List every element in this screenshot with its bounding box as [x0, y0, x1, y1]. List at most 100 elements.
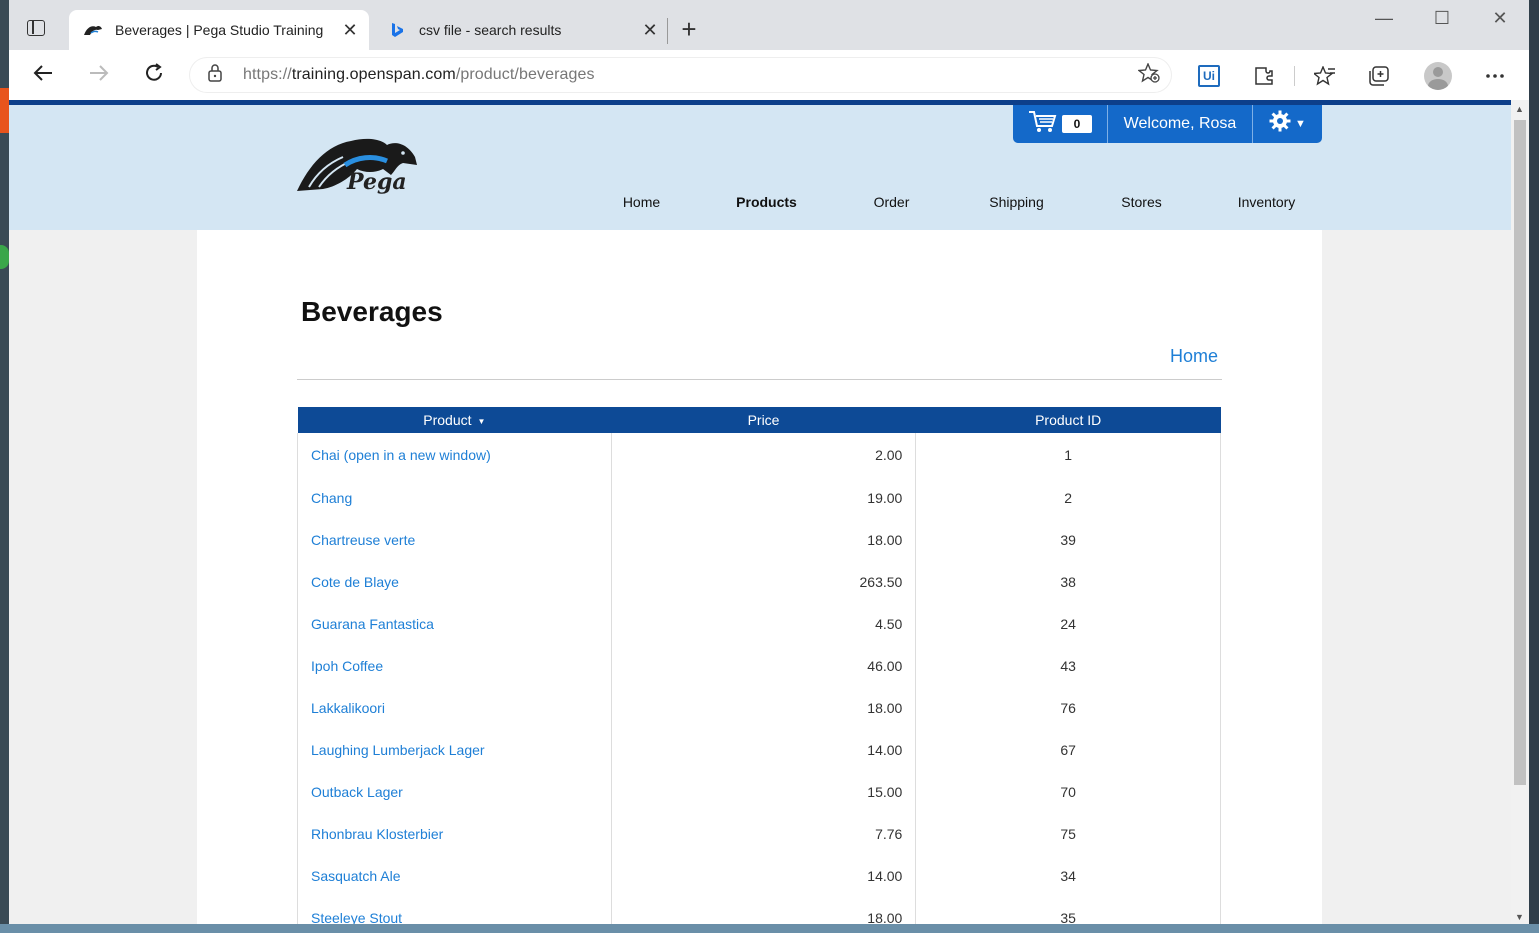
scroll-up-icon[interactable]: ▲	[1515, 104, 1524, 114]
product-link[interactable]: Chang	[311, 490, 352, 506]
price-cell: 263.50	[610, 561, 917, 603]
product-link[interactable]: Sasquatch Ale	[311, 868, 401, 884]
product-name-cell: Chai (open in a new window)	[297, 433, 612, 477]
product-name-cell: Cote de Blaye	[297, 561, 612, 603]
scroll-down-icon[interactable]: ▼	[1515, 912, 1524, 922]
price-cell: 2.00	[610, 433, 917, 477]
tab-title: csv file - search results	[419, 22, 562, 38]
price-cell: 14.00	[610, 729, 917, 771]
close-tab-icon[interactable]: ✕	[337, 20, 363, 41]
product-name-cell: Guarana Fantastica	[297, 603, 612, 645]
tab-separator	[667, 18, 668, 44]
browser-window: Beverages | Pega Studio Training ✕ csv f…	[9, 0, 1529, 924]
lock-icon[interactable]	[207, 63, 227, 87]
product-link[interactable]: Ipoh Coffee	[311, 658, 383, 674]
product-link[interactable]: Steeleye Stout	[311, 910, 402, 924]
close-window-button[interactable]: ✕	[1477, 8, 1523, 29]
tab-title: Beverages | Pega Studio Training	[115, 22, 324, 38]
product-link[interactable]: Laughing Lumberjack Lager	[311, 742, 485, 758]
favorites-icon[interactable]	[1311, 62, 1339, 90]
vertical-scrollbar[interactable]: ▲ ▼	[1511, 100, 1529, 924]
table-row: Chartreuse verte 18.00 39	[297, 519, 1221, 561]
collections-icon[interactable]	[1366, 62, 1394, 90]
product-link[interactable]: Cote de Blaye	[311, 574, 399, 590]
nav-products[interactable]: Products	[704, 194, 829, 210]
gear-icon	[1269, 110, 1291, 138]
product-name-cell: Chartreuse verte	[297, 519, 612, 561]
product-name-cell: Steeleye Stout	[297, 897, 612, 924]
product-name-cell: Rhonbrau Klosterbier	[297, 813, 612, 855]
product-name-cell: Laughing Lumberjack Lager	[297, 729, 612, 771]
close-tab-icon[interactable]: ✕	[637, 20, 663, 41]
column-header-price[interactable]: Price	[611, 407, 916, 433]
chevron-down-icon: ▼	[1295, 118, 1306, 130]
scrollbar-thumb[interactable]	[1514, 120, 1526, 785]
product-name-cell: Ipoh Coffee	[297, 645, 612, 687]
welcome-user-link[interactable]: Welcome, Rosa	[1108, 105, 1253, 143]
column-header-product-id[interactable]: Product ID	[915, 407, 1221, 433]
table-row: Lakkalikoori 18.00 76	[297, 687, 1221, 729]
tab-actions-icon[interactable]	[27, 20, 47, 40]
product-link[interactable]: Chai (open in a new window)	[311, 447, 491, 463]
tab-beverages[interactable]: Beverages | Pega Studio Training ✕	[69, 10, 369, 50]
desktop-background-right	[1529, 0, 1539, 933]
price-cell: 7.76	[610, 813, 917, 855]
desktop-background-left	[0, 0, 9, 933]
product-id-cell: 35	[915, 897, 1221, 924]
nav-stores[interactable]: Stores	[1079, 194, 1204, 210]
product-id-cell: 75	[915, 813, 1221, 855]
table-row: Outback Lager 15.00 70	[297, 771, 1221, 813]
toolbar-divider	[1294, 66, 1295, 86]
table-row: Laughing Lumberjack Lager 14.00 67	[297, 729, 1221, 771]
profile-avatar[interactable]	[1424, 62, 1452, 90]
nav-shipping[interactable]: Shipping	[954, 194, 1079, 210]
forward-button[interactable]	[85, 62, 113, 90]
tab-strip: Beverages | Pega Studio Training ✕ csv f…	[9, 0, 1529, 50]
product-link[interactable]: Lakkalikoori	[311, 700, 385, 716]
address-bar[interactable]: https://training.openspan.com/product/be…	[189, 57, 1172, 93]
product-name-cell: Sasquatch Ale	[297, 855, 612, 897]
back-button[interactable]	[29, 62, 57, 90]
cart-button[interactable]: 0	[1013, 105, 1108, 143]
price-cell: 15.00	[610, 771, 917, 813]
product-name-cell: Chang	[297, 477, 612, 519]
new-tab-button[interactable]: +	[675, 16, 703, 44]
product-link[interactable]: Outback Lager	[311, 784, 403, 800]
settings-dropdown[interactable]: ▼	[1253, 105, 1322, 143]
product-id-cell: 67	[915, 729, 1221, 771]
pega-favicon-icon	[83, 22, 103, 38]
user-bar: 0 Welcome, Rosa ▼	[1013, 105, 1322, 143]
price-cell: 19.00	[610, 477, 917, 519]
maximize-button[interactable]: ☐	[1419, 8, 1465, 29]
refresh-button[interactable]	[140, 62, 168, 90]
nav-home[interactable]: Home	[579, 194, 704, 210]
nav-order[interactable]: Order	[829, 194, 954, 210]
product-id-cell: 1	[915, 433, 1221, 477]
add-favorite-icon[interactable]	[1137, 62, 1160, 88]
column-header-product[interactable]: Product ▼	[297, 407, 612, 433]
product-link[interactable]: Guarana Fantastica	[311, 616, 434, 632]
price-cell: 18.00	[610, 519, 917, 561]
page-title: Beverages	[301, 296, 443, 327]
breadcrumb-home-link[interactable]: Home	[1170, 346, 1218, 367]
nav-inventory[interactable]: Inventory	[1204, 194, 1329, 210]
product-link[interactable]: Rhonbrau Klosterbier	[311, 826, 443, 842]
sort-desc-icon: ▼	[477, 416, 486, 426]
product-id-cell: 70	[915, 771, 1221, 813]
table-row: Steeleye Stout 18.00 35	[297, 897, 1221, 924]
tab-csv-search[interactable]: csv file - search results ✕	[373, 10, 669, 50]
settings-menu-icon[interactable]	[1481, 62, 1509, 90]
product-link[interactable]: Chartreuse verte	[311, 532, 415, 548]
url-text: https://training.openspan.com/product/be…	[243, 66, 595, 83]
product-id-cell: 38	[915, 561, 1221, 603]
table-row: Sasquatch Ale 14.00 34	[297, 855, 1221, 897]
uipath-extension-icon[interactable]: Ui	[1195, 62, 1223, 90]
logo-wordmark: Pega	[347, 169, 407, 195]
desktop-app-icon	[0, 245, 9, 269]
product-name-cell: Outback Lager	[297, 771, 612, 813]
main-navigation: Home Products Order Shipping Stores Inve…	[579, 194, 1329, 210]
table-row: Cote de Blaye 263.50 38	[297, 561, 1221, 603]
product-id-cell: 76	[915, 687, 1221, 729]
minimize-button[interactable]: —	[1361, 8, 1407, 29]
extensions-icon[interactable]	[1250, 62, 1278, 90]
